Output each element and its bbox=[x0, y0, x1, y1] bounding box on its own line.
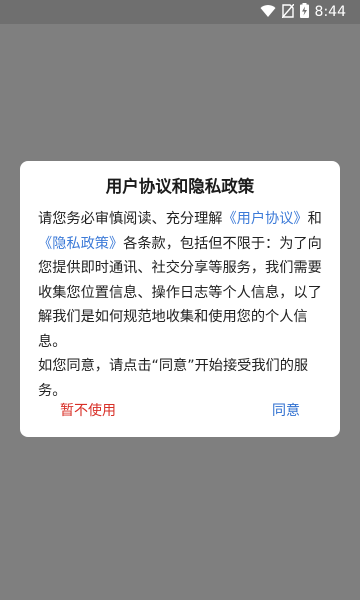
wifi-icon bbox=[260, 3, 276, 22]
status-icons: 8:44 bbox=[260, 2, 346, 22]
body-and: 和 bbox=[307, 211, 322, 227]
dialog-title: 用户协议和隐私政策 bbox=[105, 177, 255, 196]
privacy-dialog: 用户协议和隐私政策 请您务必审慎阅读、充分理解《用户协议》和《隐私政策》各条款，… bbox=[20, 161, 340, 437]
user-agreement-link[interactable]: 《用户协议》 bbox=[222, 211, 307, 227]
agree-note: 如您同意，请点击“同意”开始接受我们的服务。 bbox=[38, 358, 309, 399]
body-intro: 请您务必审慎阅读、充分理解 bbox=[38, 211, 223, 227]
status-time: 8:44 bbox=[314, 4, 346, 20]
decline-button[interactable]: 暂不使用 bbox=[60, 399, 116, 423]
agree-button[interactable]: 同意 bbox=[272, 399, 300, 423]
body-text: 各条款，包括但不限于：为了向您提供即时通讯、社交分享等服务，我们需要收集您位置信… bbox=[38, 235, 322, 350]
status-bar: 8:44 bbox=[0, 0, 360, 24]
dialog-actions: 暂不使用 同意 bbox=[20, 399, 340, 423]
dialog-body: 请您务必审慎阅读、充分理解《用户协议》和《隐私政策》各条款，包括但不限于：为了向… bbox=[38, 207, 322, 403]
privacy-policy-link[interactable]: 《隐私政策》 bbox=[38, 236, 123, 252]
no-sim-icon bbox=[281, 3, 295, 22]
battery-charging-icon bbox=[299, 2, 309, 22]
